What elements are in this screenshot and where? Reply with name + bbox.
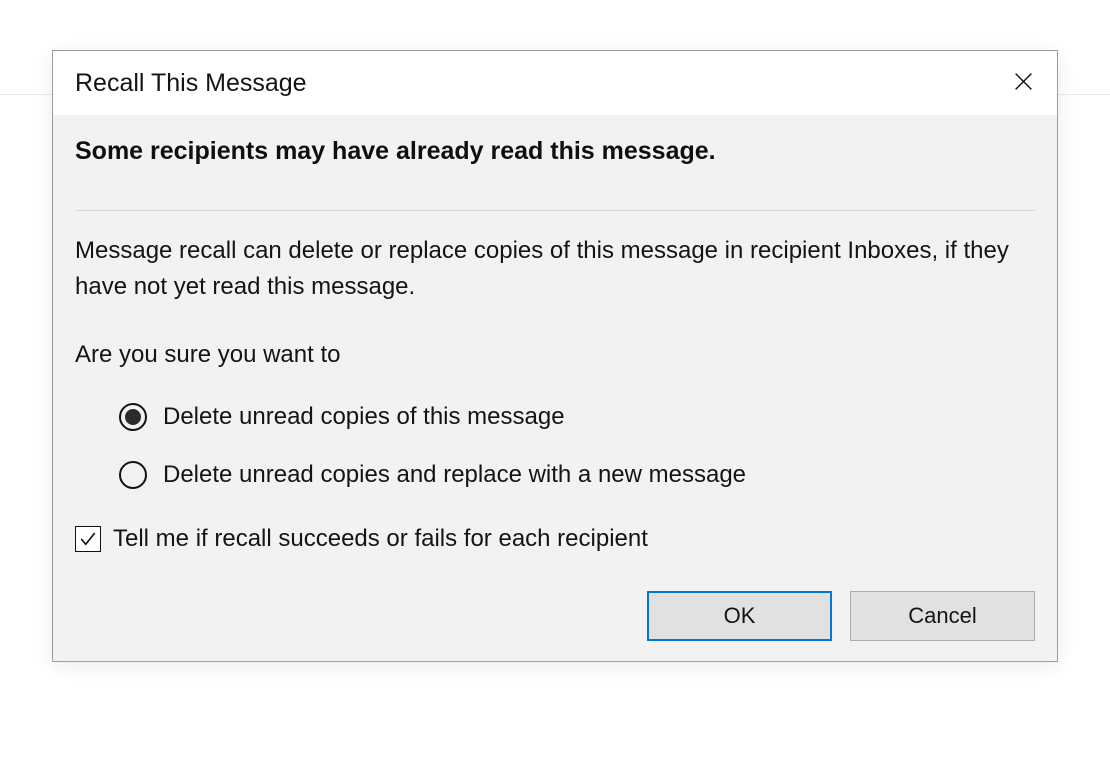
checkbox-icon xyxy=(75,526,101,552)
option-delete-label: Delete unread copies of this message xyxy=(163,403,565,431)
radio-icon xyxy=(119,461,147,489)
divider xyxy=(75,210,1035,211)
option-replace-label: Delete unread copies and replace with a … xyxy=(163,461,746,489)
dialog-body: Some recipients may have already read th… xyxy=(53,115,1057,661)
headline-text: Some recipients may have already read th… xyxy=(75,135,1035,168)
description-text: Message recall can delete or replace cop… xyxy=(75,233,1035,305)
dialog-title: Recall This Message xyxy=(75,69,307,98)
titlebar: Recall This Message xyxy=(53,51,1057,115)
recall-dialog: Recall This Message Some recipients may … xyxy=(52,50,1058,662)
close-icon xyxy=(1013,71,1034,95)
radio-icon xyxy=(119,403,147,431)
notify-checkbox-label: Tell me if recall succeeds or fails for … xyxy=(113,525,648,553)
prompt-text: Are you sure you want to xyxy=(75,341,1035,369)
option-delete[interactable]: Delete unread copies of this message xyxy=(119,397,1035,437)
recall-option-group: Delete unread copies of this message Del… xyxy=(119,397,1035,495)
close-button[interactable] xyxy=(1001,61,1045,105)
cancel-button[interactable]: Cancel xyxy=(850,591,1035,641)
option-replace[interactable]: Delete unread copies and replace with a … xyxy=(119,455,1035,495)
notify-checkbox-row[interactable]: Tell me if recall succeeds or fails for … xyxy=(75,525,1035,553)
dialog-footer: OK Cancel xyxy=(75,591,1035,641)
ok-button[interactable]: OK xyxy=(647,591,832,641)
